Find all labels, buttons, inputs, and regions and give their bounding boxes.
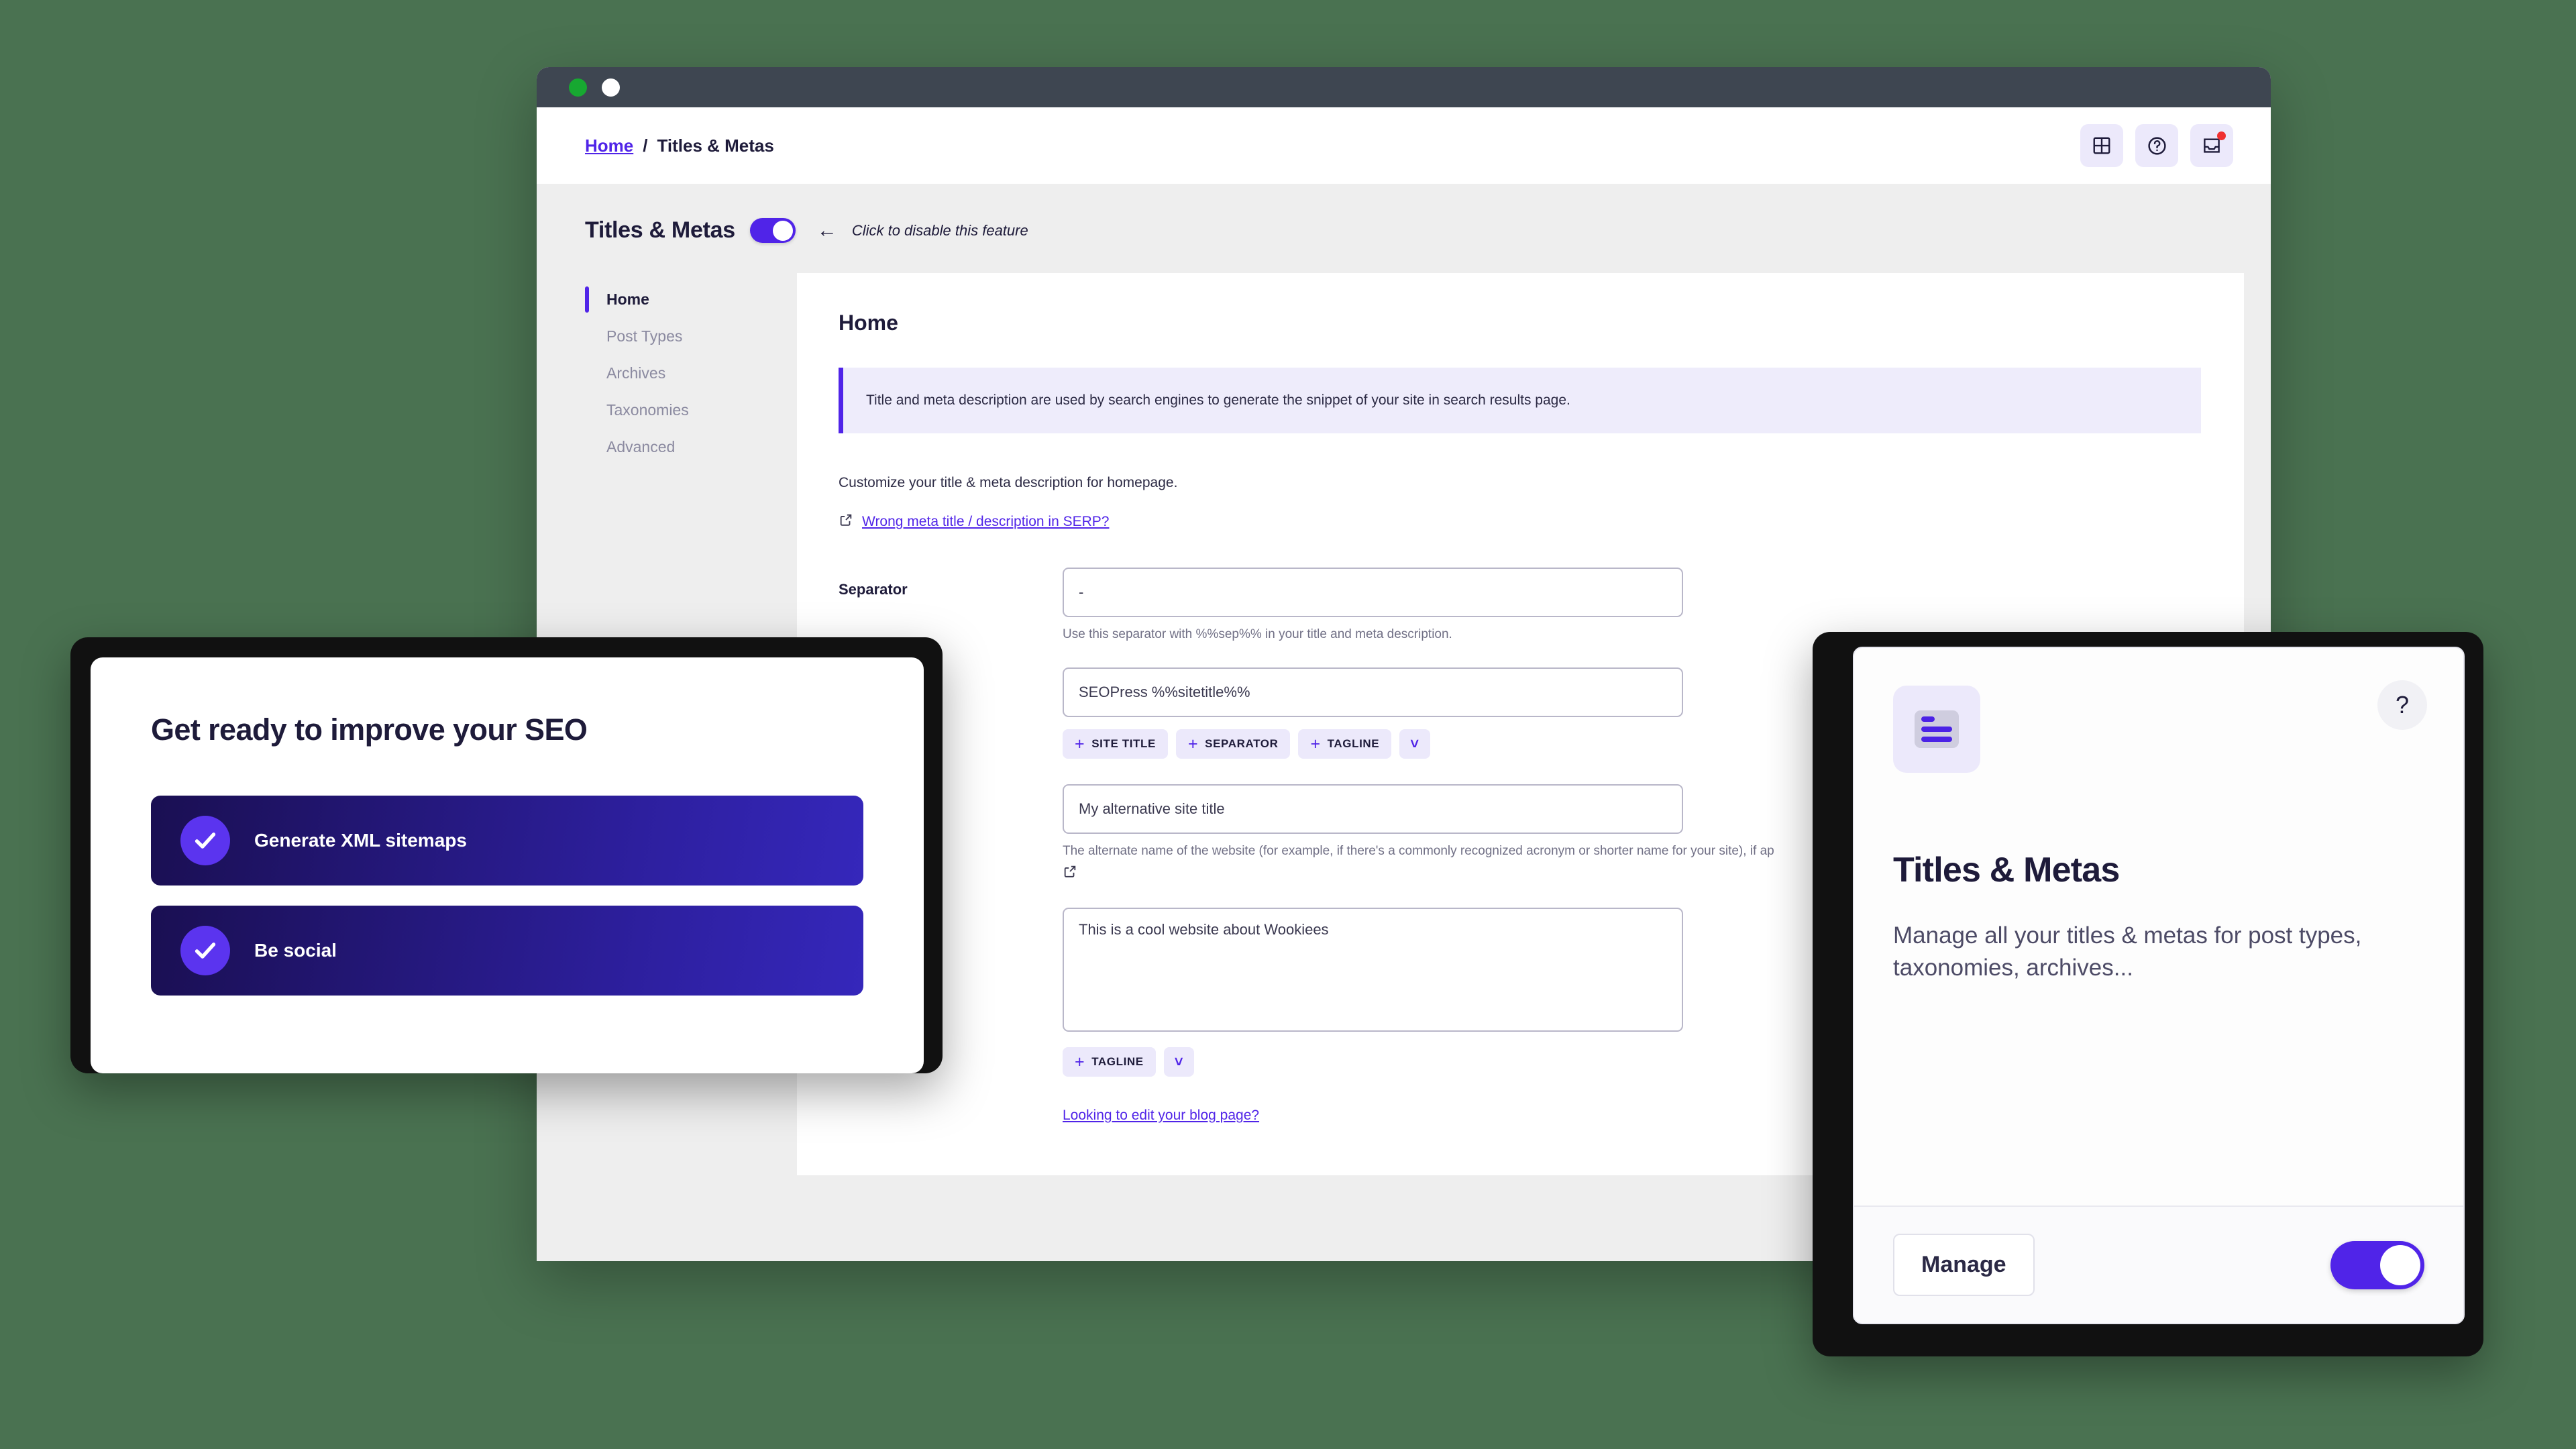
separator-input[interactable] — [1063, 568, 1683, 617]
seo-checklist-title: Get ready to improve your SEO — [151, 712, 588, 747]
plus-icon: + — [1075, 734, 1085, 753]
feature-toggle-hint: Click to disable this feature — [851, 221, 1028, 239]
feature-card-body: ? Titles & Metas Manage all your titles … — [1854, 648, 2463, 1205]
meta-description-tag-row: + TAGLINE ˅ — [1063, 1047, 1683, 1077]
seo-checklist-item-sitemaps[interactable]: Generate XML sitemaps — [151, 796, 863, 885]
breadcrumb-current: Titles & Metas — [657, 135, 774, 156]
question-mark-icon: ? — [2395, 691, 2410, 718]
sidebar-item-label: Taxonomies — [606, 401, 689, 419]
serp-help-link[interactable]: Wrong meta title / description in SERP? — [862, 514, 1109, 530]
seo-checklist-card: Get ready to improve your SEO Generate X… — [91, 657, 924, 1073]
feature-enable-toggle[interactable] — [749, 218, 796, 243]
feature-help-button[interactable]: ? — [2377, 680, 2427, 730]
toggle-knob — [2380, 1244, 2420, 1285]
separator-help: Use this separator with %%sep%% in your … — [1063, 627, 1452, 641]
info-notice: Title and meta description are used by s… — [839, 368, 2201, 433]
help-circle-icon — [2147, 136, 2167, 156]
tag-label: SEPARATOR — [1205, 737, 1279, 750]
meta-document-glyph — [1915, 710, 1959, 748]
chevron-down-icon: ˅ — [1174, 1053, 1184, 1070]
feature-card-footer: Manage — [1854, 1205, 2463, 1323]
meta-line-long — [1921, 737, 1952, 742]
meta-line-long — [1921, 727, 1952, 732]
more-tags-button[interactable]: ˅ — [1399, 729, 1430, 759]
sidebar-item-archives[interactable]: Archives — [585, 355, 797, 392]
check-icon — [180, 816, 230, 865]
sidebar-item-label: Post Types — [606, 327, 683, 345]
panel-lead-text: Customize your title & meta description … — [839, 475, 1178, 490]
blog-page-link[interactable]: Looking to edit your blog page? — [1063, 1108, 1259, 1123]
sidebar-item-advanced[interactable]: Advanced — [585, 429, 797, 466]
seo-checklist-overlay-frame: Get ready to improve your SEO Generate X… — [70, 637, 943, 1073]
notification-badge — [2217, 131, 2226, 140]
insert-separator-tag-button[interactable]: + SEPARATOR — [1175, 729, 1291, 759]
plus-icon: + — [1075, 1052, 1085, 1071]
site-title-tag-row: + SITE TITLE + SEPARATOR + TAGLINE ˅ — [1063, 729, 1683, 759]
window-titlebar — [537, 67, 2271, 107]
breadcrumb-bar: Home / Titles & Metas — [537, 107, 2271, 184]
alternative-site-title-input[interactable] — [1063, 784, 1683, 834]
sidebar-item-taxonomies[interactable]: Taxonomies — [585, 392, 797, 429]
panel-heading: Home — [839, 311, 898, 335]
tag-label: SITE TITLE — [1091, 737, 1156, 750]
titles-metas-feature-overlay-frame: ? Titles & Metas Manage all your titles … — [1813, 632, 2483, 1356]
topbar-actions — [2080, 124, 2233, 167]
sidebar-item-label: Home — [606, 290, 649, 308]
meta-line-short — [1921, 716, 1935, 722]
feature-card-description: Manage all your titles & metas for post … — [1893, 922, 2362, 981]
feature-header: Titles & Metas ← Click to disable this f… — [537, 184, 2271, 273]
toggle-knob — [773, 220, 794, 241]
check-icon — [180, 926, 230, 975]
tag-label: TAGLINE — [1327, 737, 1380, 750]
help-button[interactable] — [2135, 124, 2178, 167]
grid-icon — [2092, 136, 2112, 156]
meta-description-textarea[interactable]: This is a cool website about Wookiees — [1063, 908, 1683, 1032]
seo-checklist-item-label: Generate XML sitemaps — [254, 830, 467, 851]
meta-document-icon — [1893, 686, 1980, 773]
insert-tagline-tag-button[interactable]: + TAGLINE — [1298, 729, 1392, 759]
plus-icon: + — [1187, 734, 1199, 753]
inbox-button[interactable] — [2190, 124, 2233, 167]
manage-button[interactable]: Manage — [1893, 1234, 2035, 1296]
insert-tagline-tag-button[interactable]: + TAGLINE — [1063, 1047, 1156, 1077]
sidebar-item-post-types[interactable]: Post Types — [585, 318, 797, 355]
feature-card-toggle[interactable] — [2330, 1240, 2424, 1289]
more-tags-button[interactable]: ˅ — [1163, 1047, 1195, 1077]
page-title: Titles & Metas — [585, 217, 735, 243]
blog-page-link-row: Looking to edit your blog page? — [1063, 1108, 1683, 1124]
titles-metas-feature-card: ? Titles & Metas Manage all your titles … — [1853, 647, 2465, 1324]
site-title-input[interactable] — [1063, 667, 1683, 717]
breadcrumb: Home / Titles & Metas — [585, 136, 774, 156]
window-dot-white[interactable] — [602, 78, 620, 97]
sidebar-item-label: Advanced — [606, 438, 676, 455]
alternative-site-title-help: The alternate name of the website (for e… — [1063, 844, 1774, 858]
tag-label: TAGLINE — [1091, 1055, 1144, 1068]
seo-checklist-item-label: Be social — [254, 940, 337, 961]
serp-help-link-row: Wrong meta title / description in SERP? — [839, 513, 2201, 531]
sidebar-item-home[interactable]: Home — [585, 281, 797, 318]
breadcrumb-separator: / — [643, 135, 648, 156]
breadcrumb-home-link[interactable]: Home — [585, 136, 633, 156]
feature-card-title: Titles & Metas — [1893, 851, 2120, 890]
plus-icon: + — [1310, 734, 1321, 753]
window-dot-green[interactable] — [569, 78, 587, 97]
seo-checklist-item-social[interactable]: Be social — [151, 906, 863, 996]
sidebar-item-label: Archives — [606, 364, 666, 382]
insert-site-title-tag-button[interactable]: + SITE TITLE — [1063, 729, 1168, 759]
alternative-site-title-help-link-row — [1063, 864, 1683, 882]
separator-label: Separator — [839, 581, 908, 598]
chevron-down-icon: ˅ — [1410, 735, 1419, 752]
external-link-icon[interactable] — [1063, 865, 1077, 881]
external-link-icon — [839, 513, 853, 531]
grid-button[interactable] — [2080, 124, 2123, 167]
field-row-separator: Separator Use this separator with %%sep%… — [839, 568, 2201, 642]
arrow-left-icon: ← — [816, 219, 837, 241]
